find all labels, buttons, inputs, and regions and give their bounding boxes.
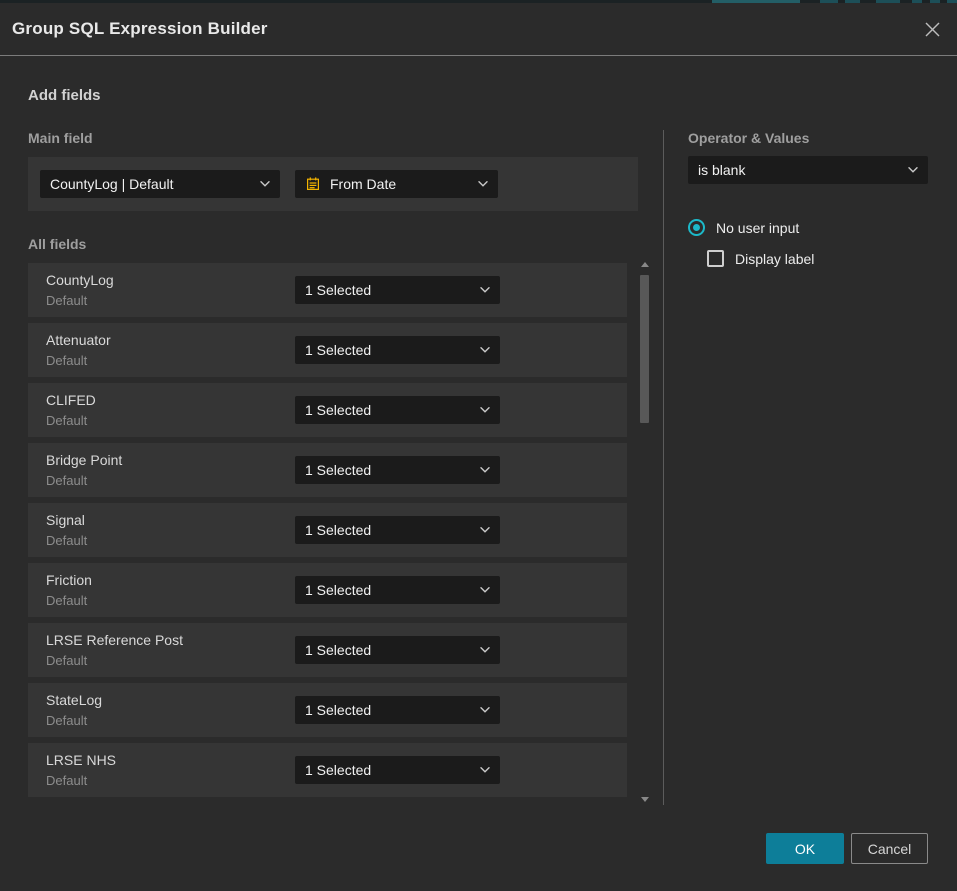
field-row: StateLog Default 1 Selected [28, 683, 627, 737]
chevron-down-icon [480, 407, 490, 413]
radio-selected-icon [688, 219, 705, 236]
main-field-label: Main field [28, 130, 93, 146]
field-selected-value: 1 Selected [305, 582, 472, 598]
dialog-title: Group SQL Expression Builder [12, 3, 268, 55]
no-user-input-radio[interactable]: No user input [688, 219, 799, 236]
dialog-header: Group SQL Expression Builder [0, 3, 957, 56]
field-subtitle: Default [46, 413, 87, 428]
field-name: CountyLog [46, 272, 114, 288]
field-selected-dropdown[interactable]: 1 Selected [295, 276, 500, 304]
chevron-down-icon [480, 587, 490, 593]
scroll-up-arrow-icon[interactable] [641, 262, 649, 267]
field-row: LRSE Reference Post Default 1 Selected [28, 623, 627, 677]
field-selected-dropdown[interactable]: 1 Selected [295, 576, 500, 604]
field-selected-value: 1 Selected [305, 702, 472, 718]
field-row: Attenuator Default 1 Selected [28, 323, 627, 377]
field-selected-value: 1 Selected [305, 342, 472, 358]
field-name: LRSE NHS [46, 752, 116, 768]
field-row: CLIFED Default 1 Selected [28, 383, 627, 437]
add-fields-heading: Add fields [28, 87, 101, 104]
field-name: StateLog [46, 692, 102, 708]
chevron-down-icon [480, 467, 490, 473]
field-subtitle: Default [46, 713, 87, 728]
field-selected-dropdown[interactable]: 1 Selected [295, 636, 500, 664]
chevron-down-icon [260, 181, 270, 187]
field-selected-dropdown[interactable]: 1 Selected [295, 696, 500, 724]
field-name: Attenuator [46, 332, 111, 348]
chevron-down-icon [478, 181, 488, 187]
field-selected-value: 1 Selected [305, 522, 472, 538]
scroll-down-arrow-icon[interactable] [641, 797, 649, 802]
operator-values-label: Operator & Values [688, 130, 809, 146]
close-icon [924, 21, 941, 38]
main-field-date-dropdown[interactable]: From Date [295, 170, 498, 198]
all-fields-label: All fields [28, 236, 86, 252]
operator-dropdown[interactable]: is blank [688, 156, 928, 184]
chevron-down-icon [908, 167, 918, 173]
chevron-down-icon [480, 647, 490, 653]
field-name: Friction [46, 572, 92, 588]
scrollbar[interactable] [638, 259, 651, 805]
field-subtitle: Default [46, 593, 87, 608]
field-selected-value: 1 Selected [305, 462, 472, 478]
main-field-source-dropdown[interactable]: CountyLog | Default [40, 170, 280, 198]
field-subtitle: Default [46, 773, 87, 788]
chevron-down-icon [480, 287, 490, 293]
checkbox-unchecked-icon [707, 250, 724, 267]
field-subtitle: Default [46, 473, 87, 488]
field-subtitle: Default [46, 653, 87, 668]
cancel-button[interactable]: Cancel [851, 833, 928, 864]
main-field-source-dropdown-value: CountyLog | Default [50, 176, 252, 192]
scrollbar-thumb[interactable] [640, 275, 649, 423]
ok-button[interactable]: OK [766, 833, 844, 864]
field-selected-value: 1 Selected [305, 762, 472, 778]
operator-dropdown-value: is blank [698, 162, 900, 178]
field-name: Bridge Point [46, 452, 122, 468]
close-button[interactable] [920, 17, 944, 41]
field-selected-value: 1 Selected [305, 282, 472, 298]
chevron-down-icon [480, 767, 490, 773]
field-name: CLIFED [46, 392, 96, 408]
calendar-icon [305, 176, 321, 192]
field-row: LRSE NHS Default 1 Selected [28, 743, 627, 797]
section-divider [663, 130, 664, 805]
field-selected-value: 1 Selected [305, 402, 472, 418]
chevron-down-icon [480, 347, 490, 353]
field-selected-dropdown[interactable]: 1 Selected [295, 756, 500, 784]
field-selected-dropdown[interactable]: 1 Selected [295, 396, 500, 424]
field-name: LRSE Reference Post [46, 632, 183, 648]
field-subtitle: Default [46, 293, 87, 308]
display-label-text: Display label [735, 251, 814, 267]
field-selected-dropdown[interactable]: 1 Selected [295, 516, 500, 544]
field-selected-dropdown[interactable]: 1 Selected [295, 456, 500, 484]
field-selected-dropdown[interactable]: 1 Selected [295, 336, 500, 364]
field-subtitle: Default [46, 353, 87, 368]
field-name: Signal [46, 512, 85, 528]
main-field-panel: CountyLog | Default From Date [28, 157, 638, 211]
chevron-down-icon [480, 527, 490, 533]
field-row: Friction Default 1 Selected [28, 563, 627, 617]
field-row: Bridge Point Default 1 Selected [28, 443, 627, 497]
field-row: CountyLog Default 1 Selected [28, 263, 627, 317]
field-selected-value: 1 Selected [305, 642, 472, 658]
field-subtitle: Default [46, 533, 87, 548]
field-row: Signal Default 1 Selected [28, 503, 627, 557]
main-field-date-dropdown-value: From Date [330, 176, 470, 192]
display-label-checkbox[interactable]: Display label [707, 250, 814, 267]
no-user-input-label: No user input [716, 220, 799, 236]
group-sql-expression-builder-dialog: Group SQL Expression Builder Add fields … [0, 3, 957, 891]
chevron-down-icon [480, 707, 490, 713]
